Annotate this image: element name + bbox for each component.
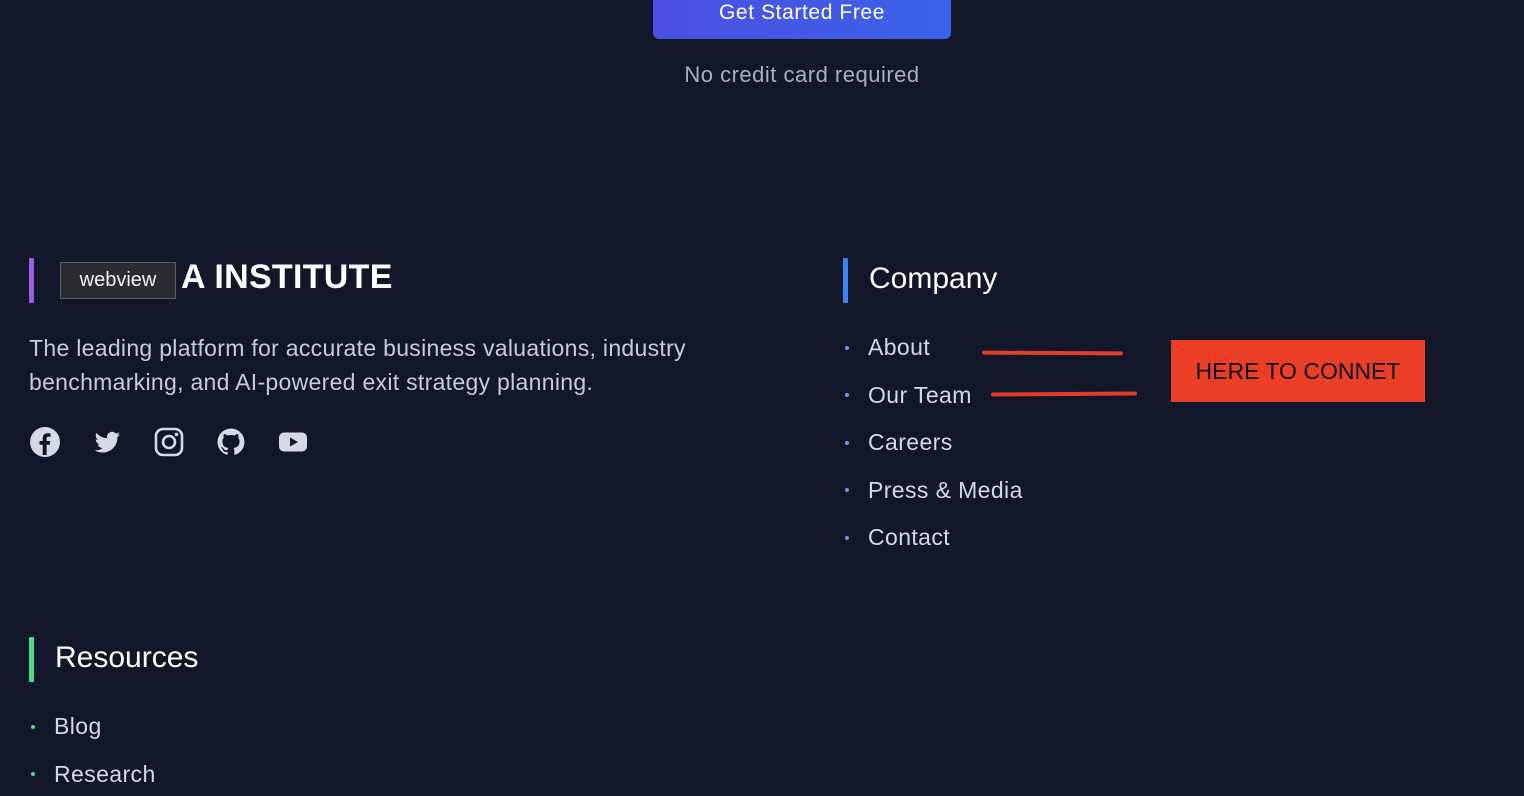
brand-description: The leading platform for accurate busine…: [29, 335, 686, 395]
instagram-icon[interactable]: [153, 426, 185, 458]
youtube-icon[interactable]: [277, 426, 309, 458]
bullet-icon: [845, 345, 849, 350]
facebook-icon[interactable]: [29, 426, 61, 458]
webview-tooltip: webview: [60, 262, 176, 299]
bullet-icon: [845, 393, 849, 398]
github-icon[interactable]: [215, 426, 247, 458]
resources-link-blog[interactable]: Blog: [31, 703, 156, 751]
company-link-press-media[interactable]: Press & Media: [845, 467, 1023, 515]
social-links: [29, 426, 339, 458]
annotation-underline-about: [981, 350, 1124, 356]
company-link-careers[interactable]: Careers: [845, 419, 1023, 467]
resources-accent-bar: [29, 637, 34, 682]
company-accent-bar: [843, 258, 848, 303]
company-link-contact[interactable]: Contact: [845, 514, 1023, 562]
company-heading: Company: [869, 262, 998, 295]
bullet-icon: [31, 724, 35, 729]
resources-heading: Resources: [55, 641, 199, 674]
annotation-underline-our-team: [990, 391, 1138, 397]
annotation-callout: HERE TO CONNET: [1171, 340, 1425, 402]
bullet-icon: [845, 488, 849, 493]
company-link-about[interactable]: About: [845, 324, 1023, 372]
bullet-icon: [845, 535, 849, 540]
brand-accent-bar: [29, 258, 34, 303]
company-links: About Our Team Careers Press & Media Con…: [845, 324, 1023, 562]
bullet-icon: [845, 440, 849, 445]
bullet-icon: [31, 772, 35, 777]
footer-page: Get Started Free No credit card required…: [0, 0, 1524, 796]
resources-links: Blog Research: [31, 703, 156, 796]
twitter-icon[interactable]: [91, 426, 123, 458]
no-credit-card-note: No credit card required: [684, 62, 920, 87]
resources-link-research[interactable]: Research: [31, 751, 156, 796]
get-started-button[interactable]: Get Started Free: [653, 0, 951, 39]
